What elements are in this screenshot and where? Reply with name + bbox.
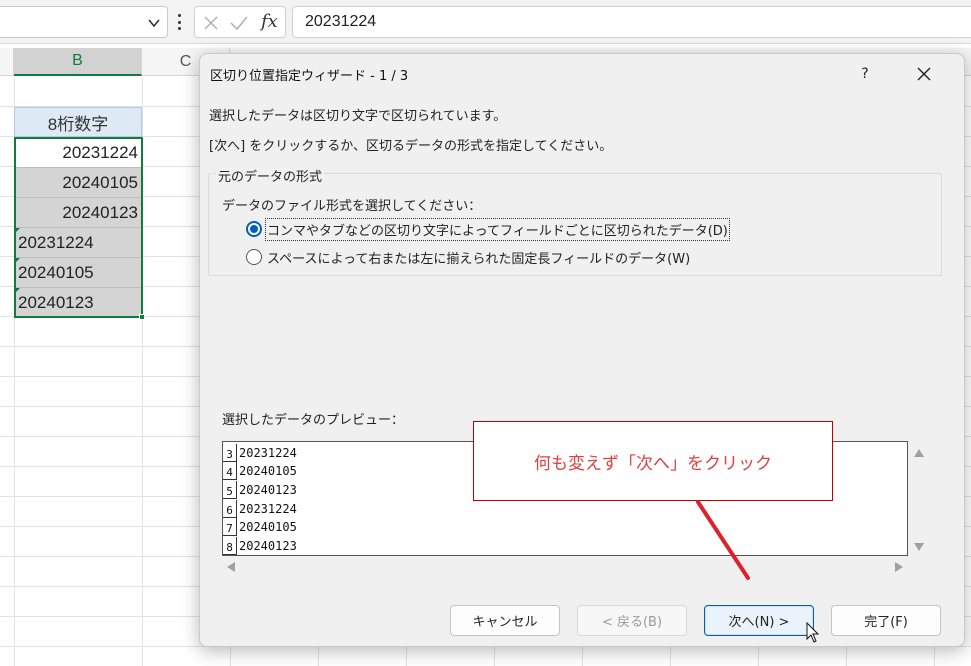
column-header-b[interactable]: B (14, 48, 142, 76)
gridline (142, 77, 143, 666)
cell-number[interactable]: 20231224 (14, 138, 142, 168)
scroll-up-icon[interactable] (913, 448, 925, 458)
fill-handle[interactable] (139, 314, 145, 320)
preview-row: 7 20240105 (223, 518, 297, 536)
cell-value: 20240105 (18, 262, 94, 282)
radio-delimited-label[interactable]: コンマやタブなどの区切り文字によってフィールドごとに区切られたデータ(D) (265, 217, 730, 241)
row-number: 5 (223, 481, 237, 499)
group-label: 元のデータの形式 (216, 166, 325, 185)
error-indicator-icon (14, 258, 20, 264)
close-button[interactable] (904, 60, 944, 88)
preview-row: 6 20231224 (223, 500, 297, 518)
dialog-title: 区切り位置指定ウィザード - 1 / 3 (210, 69, 409, 84)
row-value: 20240123 (239, 483, 297, 497)
cell-text-number[interactable]: 20231224 (14, 228, 142, 258)
radio-delimited[interactable]: コンマやタブなどの区切り文字によってフィールドごとに区切られたデータ(D) (246, 217, 730, 241)
cancel-entry-icon[interactable] (203, 15, 219, 31)
chevron-down-icon[interactable] (147, 17, 161, 29)
preview-row: 8 20240123 (223, 537, 297, 555)
preview-row: 5 20240123 (223, 481, 297, 499)
mouse-cursor-icon (806, 622, 820, 643)
preview-label: 選択したデータのプレビュー： (222, 413, 405, 428)
formula-input[interactable]: 20231224 (292, 6, 971, 38)
error-indicator-icon (14, 228, 20, 234)
next-button[interactable]: 次へ(N) > (704, 605, 814, 636)
cell-value: 20231224 (18, 232, 94, 252)
row-number: 8 (223, 537, 237, 555)
error-indicator-icon (14, 288, 20, 294)
cell-number[interactable]: 20240105 (14, 168, 142, 198)
scroll-right-icon[interactable] (894, 561, 904, 573)
row-number: 3 (223, 444, 237, 462)
cancel-button[interactable]: キャンセル (450, 605, 560, 636)
row-number: 6 (223, 500, 237, 518)
scroll-left-icon[interactable] (226, 561, 236, 573)
column-header-a[interactable] (0, 48, 14, 76)
radio-fixed-width-label[interactable]: スペースによって右または左に揃えられた固定長フィールドのデータ(W) (266, 247, 691, 268)
cell-number[interactable]: 20240123 (14, 198, 142, 228)
radio-unchecked-icon[interactable] (246, 249, 262, 265)
preview-row: 4 20240105 (223, 462, 297, 480)
annotation-callout: 何も変えず「次へ」をクリック (473, 421, 833, 501)
row-number: 7 (223, 518, 237, 536)
row-value: 20231224 (239, 446, 297, 460)
radio-checked-icon[interactable] (246, 221, 262, 237)
formula-controls: fx (194, 6, 286, 38)
preview-row: 3 20231224 (223, 444, 297, 462)
row-value: 20240105 (239, 464, 297, 478)
status-text: 選択したデータは区切り文字で区切られています。 (209, 109, 507, 124)
name-box[interactable] (0, 6, 168, 38)
row-value: 20240105 (239, 520, 297, 534)
close-icon (917, 67, 931, 81)
cell-value: 20240123 (18, 292, 94, 312)
radio-fixed-width[interactable]: スペースによって右または左に揃えられた固定長フィールドのデータ(W) (246, 246, 691, 268)
insert-function-icon[interactable]: fx (261, 11, 278, 32)
formula-bar: fx 20231224 (0, 0, 971, 44)
text-to-columns-dialog: 区切り位置指定ウィザード - 1 / 3 ? 選択したデータは区切り文字で区切ら… (199, 53, 965, 647)
more-options-icon[interactable] (176, 14, 182, 30)
annotation-arrow-icon (696, 500, 750, 580)
back-button[interactable]: < 戻る(B) (577, 605, 687, 636)
cell-header[interactable]: 8桁数字 (14, 107, 142, 137)
row-number: 4 (223, 462, 237, 480)
finish-button[interactable]: 完了(F) (831, 605, 941, 636)
scroll-down-icon[interactable] (913, 542, 925, 552)
instruction-text: [次へ] をクリックするか、区切るデータの形式を指定してください。 (209, 139, 613, 154)
cell-text-number[interactable]: 20240123 (14, 288, 142, 318)
cell-text-number[interactable]: 20240105 (14, 258, 142, 288)
row-value: 20240123 (239, 539, 297, 553)
confirm-entry-icon[interactable] (229, 15, 249, 31)
row-value: 20231224 (239, 502, 297, 516)
group-prompt: データのファイル形式を選択してください： (222, 199, 482, 214)
help-button[interactable]: ? (848, 60, 882, 88)
